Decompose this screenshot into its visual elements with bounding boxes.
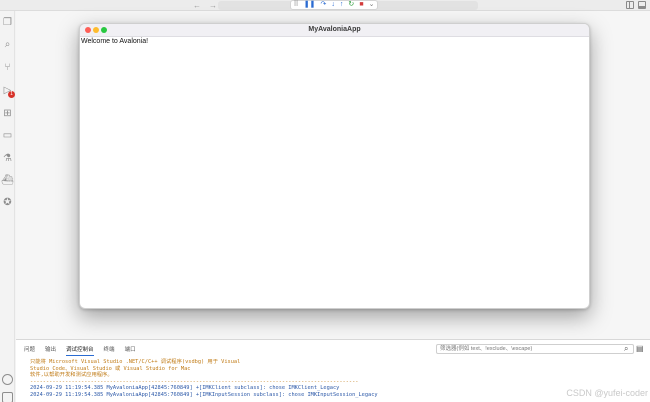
stop-icon[interactable]: ■ (359, 1, 363, 9)
welcome-text: Welcome to Avalonia! (81, 38, 149, 45)
run-debug-icon[interactable]: ▷ 1 (1, 84, 15, 98)
bottom-panel: 问题 输出 调试控制台 终端 端口 筛选器(例如 text、!exclude、\… (16, 339, 650, 402)
app-window-title: MyAvaloniaApp (308, 26, 361, 33)
panel-tabs: 问题 输出 调试控制台 终端 端口 (24, 345, 136, 356)
explorer-icon[interactable]: ❐ (1, 16, 14, 29)
source-control-icon[interactable]: ⑂ (1, 61, 14, 74)
remote-explorer-icon[interactable]: ▭ (1, 129, 14, 142)
search-icon[interactable]: ⌕ (624, 344, 628, 354)
tab-ports[interactable]: 端口 (125, 345, 136, 356)
extensions-icon[interactable]: ⊞ (1, 107, 14, 120)
console-filter-input[interactable]: 筛选器(例如 text、!exclude、\escape) (436, 344, 634, 354)
clear-console-icon[interactable]: ▤ (636, 344, 644, 353)
console-line: 2024-09-29 11:19:54.385 MyAvaloniaApp[42… (30, 385, 340, 392)
watermark-text: CSDN @yufei-coder (566, 388, 648, 398)
console-line: 软件,以帮助开发和测试应用程序。 (30, 372, 113, 379)
title-bar: ← → ⠿ ❚❚ ↷ ↓ ↑ ↻ ■ ⌄ (0, 0, 650, 11)
step-out-icon[interactable]: ↑ (340, 1, 344, 9)
testing-icon[interactable]: ⚗ (1, 152, 14, 165)
forward-arrow-icon[interactable]: → (209, 1, 217, 10)
activity-bar: ❐ ⌕ ⑂ ▷ 1 ⊞ ▭ ⚗ ⛴ ✪ (0, 11, 15, 402)
gitlens-icon[interactable]: ✪ (1, 196, 14, 209)
pause-icon[interactable]: ❚❚ (304, 1, 316, 9)
layout-controls (626, 1, 646, 9)
avalonia-app-window: MyAvaloniaApp Welcome to Avalonia! (79, 23, 590, 309)
console-line: 2024-09-29 11:19:54.385 MyAvaloniaApp[42… (30, 391, 378, 398)
console-separator: ----------------------------------------… (30, 378, 359, 385)
tab-terminal[interactable]: 终端 (104, 345, 115, 356)
app-title-bar: MyAvaloniaApp (80, 24, 589, 37)
toggle-sidebar-icon[interactable] (626, 1, 634, 9)
notification-badge: 1 (8, 91, 15, 98)
back-arrow-icon[interactable]: ← (193, 1, 201, 10)
step-over-icon[interactable]: ↷ (320, 1, 326, 9)
chevron-down-icon[interactable]: ⌄ (369, 1, 375, 9)
debug-toolbar: ⠿ ❚❚ ↷ ↓ ↑ ↻ ■ ⌄ (290, 0, 378, 10)
search-icon[interactable]: ⌕ (1, 38, 14, 51)
console-line: 只能将 Microsoft Visual Studio .NET/C/C++ 调… (30, 359, 241, 365)
drag-handle-icon[interactable]: ⠿ (294, 1, 299, 9)
step-into-icon[interactable]: ↓ (331, 1, 335, 9)
console-line: Studio Code、Visual Studio 或 Visual Studi… (30, 365, 191, 372)
restart-icon[interactable]: ↻ (348, 1, 354, 9)
nav-arrows: ← → (193, 1, 217, 10)
tab-problems[interactable]: 问题 (24, 345, 35, 356)
toggle-panel-icon[interactable] (638, 1, 646, 9)
debug-console-output: 只能将 Microsoft Visual Studio .NET/C/C++ 调… (30, 359, 640, 399)
tab-debug-console[interactable]: 调试控制台 (66, 345, 94, 356)
docker-icon[interactable]: ⛴ (1, 174, 14, 187)
tab-output[interactable]: 输出 (45, 345, 56, 356)
vscode-window: ← → ⠿ ❚❚ ↷ ↓ ↑ ↻ ■ ⌄ ❐ ⌕ ⑂ ▷ 1 ⊞ ▭ ⚗ ⛴ ✪ (0, 0, 650, 402)
account-icon[interactable] (2, 374, 13, 385)
settings-gear-icon[interactable] (2, 392, 13, 402)
